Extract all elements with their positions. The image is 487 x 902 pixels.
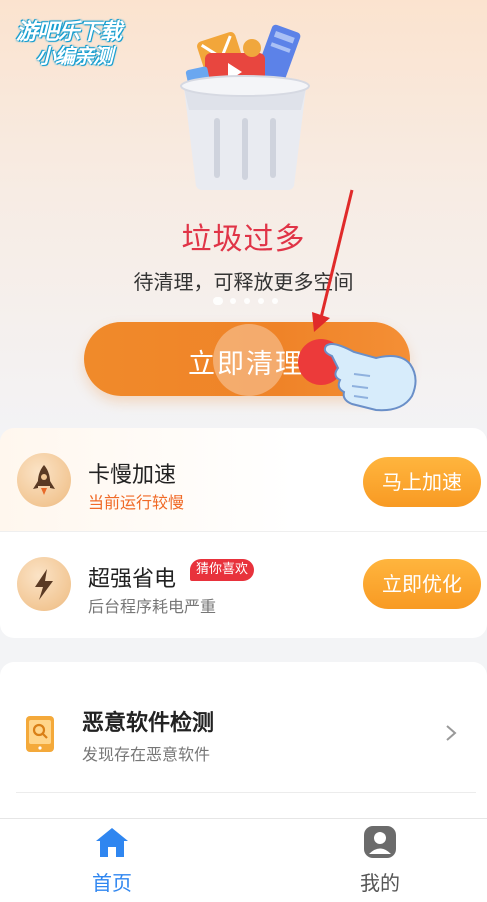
carousel-dot [244, 298, 250, 304]
lightning-icon [17, 557, 71, 611]
watermark-line2: 小编亲测 [36, 44, 113, 68]
profile-icon [364, 826, 396, 858]
divider [16, 792, 476, 793]
carousel-dot [272, 298, 278, 304]
rocket-icon [17, 453, 71, 507]
carousel-dot [230, 298, 236, 304]
phone-scan-icon [26, 716, 54, 752]
tap-ripple [213, 324, 285, 396]
speed-up-button[interactable]: 马上加速 [363, 457, 481, 507]
watermark: 游吧乐下载 小编亲测 [10, 10, 150, 68]
trash-bin-icon [170, 18, 320, 193]
tab-profile[interactable]: 我的 [320, 819, 440, 902]
tab-home[interactable]: 首页 [52, 819, 172, 902]
carousel-dot [258, 298, 264, 304]
feature-subtitle: 后台程序耗电严重 [88, 597, 217, 616]
hero-title: 垃圾过多 [181, 222, 306, 257]
tab-profile-label: 我的 [360, 871, 400, 895]
carousel-dot-active [213, 297, 223, 305]
red-arrow-icon [312, 189, 354, 332]
pointing-hand-icon [323, 343, 417, 412]
home-icon [96, 828, 128, 857]
bottom-tab-bar: 首页 我的 [0, 818, 487, 902]
malware-scan-card[interactable] [0, 662, 487, 818]
feature-subtitle: 当前运行较慢 [88, 493, 185, 512]
carousel-dots [213, 296, 283, 306]
malware-title: 恶意软件检测 [82, 711, 215, 736]
tab-home-label: 首页 [92, 871, 132, 895]
chevron-right-icon [446, 725, 457, 741]
hero-subtitle: 待清理，可释放更多空间 [133, 270, 354, 294]
optimize-button[interactable]: 立即优化 [363, 559, 481, 609]
feature-title: 超强省电 [88, 567, 177, 592]
malware-subtitle: 发现存在恶意软件 [82, 745, 211, 764]
recommend-badge: 猜你喜欢 [190, 559, 255, 581]
feature-title: 卡慢加速 [88, 463, 177, 488]
